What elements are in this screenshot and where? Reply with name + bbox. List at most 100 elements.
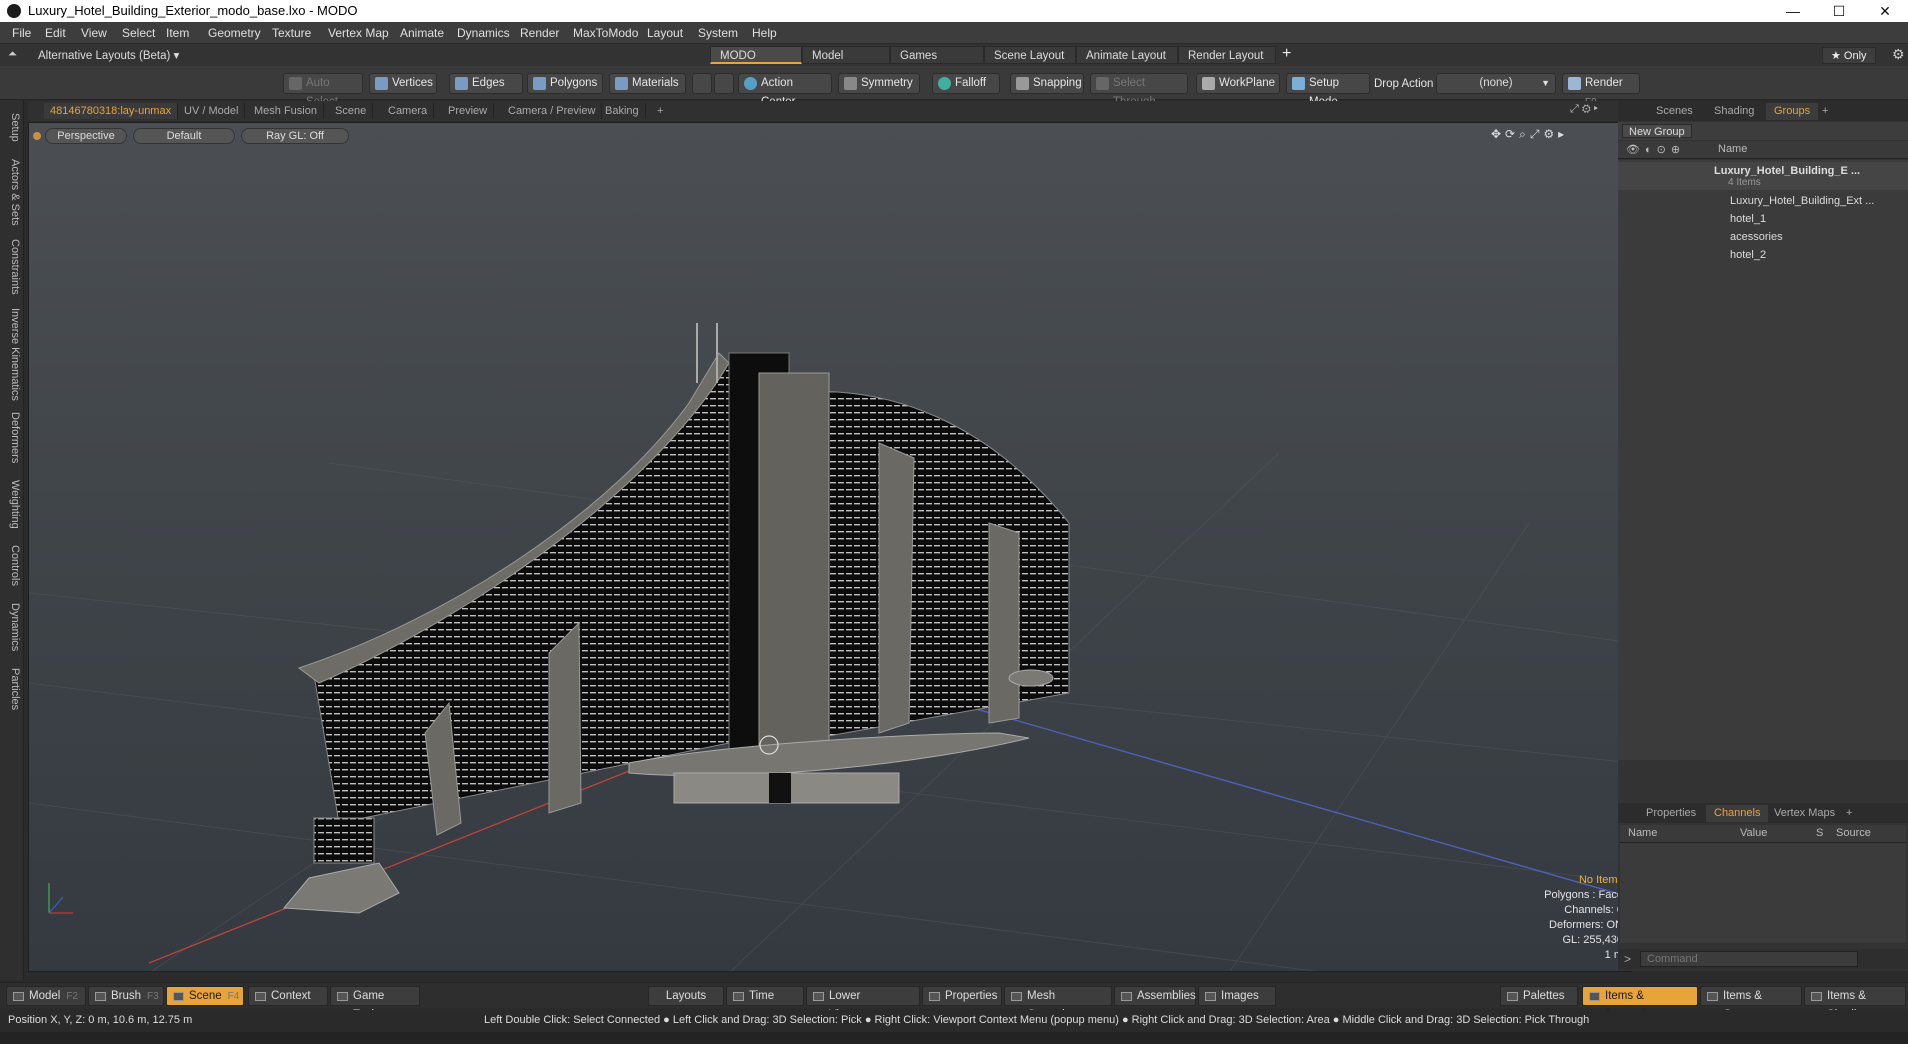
action-center-icon xyxy=(744,77,757,90)
group-item-row[interactable]: Luxury_Hotel_Building_Ext ... xyxy=(1618,192,1908,210)
setup-mode-icon xyxy=(1292,77,1305,90)
menu-help[interactable]: Help xyxy=(752,26,777,40)
tab-groups[interactable]: Groups xyxy=(1766,103,1819,120)
layouts-button[interactable]: Layouts xyxy=(648,986,724,1006)
group-item-row[interactable]: hotel_2 xyxy=(1618,246,1908,264)
component-mode-a-icon[interactable] xyxy=(692,73,712,94)
tab-mesh-fusion[interactable]: Mesh Fusion xyxy=(248,103,324,119)
alternative-layouts-dropdown[interactable]: Alternative Layouts (Beta) ▾ xyxy=(38,48,179,62)
minimize-icon[interactable]: — xyxy=(1770,0,1816,22)
brush-button[interactable]: Brush F3 xyxy=(88,986,164,1006)
tab-uv-model[interactable]: UV / Model xyxy=(178,103,246,119)
tab-particles[interactable]: Particles xyxy=(3,662,21,716)
symmetry-button[interactable]: Symmetry xyxy=(838,73,920,94)
group-item-row[interactable]: hotel_1 xyxy=(1618,210,1908,228)
lower-viewports-button[interactable]: Lower Viewports xyxy=(806,986,920,1021)
tab-modo-layout[interactable]: MODO Layout xyxy=(710,46,802,80)
drop-action-select[interactable]: (none) ▼ xyxy=(1436,73,1556,94)
properties-button[interactable]: Properties xyxy=(922,986,1002,1006)
viewport-options-icon[interactable]: ⤢ ⚙ ▸ xyxy=(1570,103,1598,116)
maximize-icon[interactable]: ☐ xyxy=(1816,0,1862,22)
mesh-operations-button[interactable]: Mesh Operations xyxy=(1004,986,1112,1021)
workplane-button[interactable]: WorkPlane xyxy=(1196,73,1280,94)
model-button[interactable]: Model F2 xyxy=(6,986,86,1006)
tab-deformers[interactable]: Deformers xyxy=(3,410,21,466)
items-shading-button[interactable]: Items & Shading xyxy=(1804,986,1906,1021)
select-through-button[interactable]: Select Through xyxy=(1090,73,1188,108)
tab-preview[interactable]: Preview xyxy=(442,103,495,119)
tab-animate-layout[interactable]: Animate Layout xyxy=(1076,46,1178,64)
action-center-button[interactable]: Action Center xyxy=(738,73,832,108)
edges-button[interactable]: Edges xyxy=(449,73,523,94)
menu-file[interactable]: File xyxy=(12,26,31,40)
menu-maxtomodo[interactable]: MaxToModo xyxy=(573,26,638,40)
assemblies-button[interactable]: Assemblies xyxy=(1114,986,1196,1006)
menu-geometry[interactable]: Geometry xyxy=(208,26,261,40)
add-viewport-tab-button[interactable]: + xyxy=(651,103,669,119)
add-tab-button[interactable]: + xyxy=(1814,103,1836,120)
auto-select-button[interactable]: Auto Select xyxy=(283,73,363,108)
tab-model-layout[interactable]: Model Layout xyxy=(802,46,890,80)
menu-animate[interactable]: Animate xyxy=(400,26,444,40)
tab-games-layout[interactable]: Games Layout xyxy=(890,46,984,80)
new-group-button[interactable]: New Group xyxy=(1622,124,1692,138)
game-tools-button[interactable]: Game Tools xyxy=(330,986,420,1021)
tab-weighting[interactable]: Weighting xyxy=(3,476,21,532)
add-tab-button[interactable]: + xyxy=(1838,805,1860,822)
3d-viewport[interactable]: Perspective Default Ray GL: Off ✥⟳⌕⤢⚙▸ N… xyxy=(28,122,1632,972)
only-button[interactable]: ★ Only xyxy=(1822,47,1876,64)
menu-item[interactable]: Item xyxy=(166,26,189,40)
setup-mode-button[interactable]: Setup Mode xyxy=(1286,73,1370,108)
polygons-button[interactable]: Polygons xyxy=(527,73,603,94)
tab-lay-unmax[interactable]: 48146780318:lay-unmax xyxy=(44,103,179,119)
layout-up-icon[interactable]: ⏶ xyxy=(8,48,17,61)
tab-controls[interactable]: Controls xyxy=(3,540,21,590)
menu-texture[interactable]: Texture xyxy=(272,26,311,40)
tab-vertex-maps[interactable]: Vertex Maps xyxy=(1766,805,1843,822)
items-properties-button[interactable]: Items & Properties xyxy=(1582,986,1698,1021)
tab-properties[interactable]: Properties xyxy=(1638,805,1704,822)
materials-button[interactable]: Materials xyxy=(609,73,686,94)
close-icon[interactable]: ✕ xyxy=(1862,0,1908,22)
items-groups-button[interactable]: Items & Groups xyxy=(1700,986,1802,1021)
menu-dynamics[interactable]: Dynamics xyxy=(457,26,510,40)
vertices-button[interactable]: Vertices xyxy=(369,73,437,94)
palettes-button[interactable]: Palettes xyxy=(1500,986,1578,1006)
gear-icon[interactable]: ⚙ xyxy=(1892,46,1905,63)
group-root-row[interactable]: Luxury_Hotel_Building_E ... 4 Items xyxy=(1618,162,1908,190)
tab-scene[interactable]: Scene xyxy=(329,103,374,119)
tab-dynamics[interactable]: Dynamics xyxy=(3,598,21,656)
menu-render[interactable]: Render xyxy=(520,26,559,40)
group-item-row[interactable]: acessories xyxy=(1618,228,1908,246)
render-button[interactable]: Render F9 xyxy=(1562,73,1640,108)
menu-edit[interactable]: Edit xyxy=(45,26,66,40)
tab-camera-preview[interactable]: Camera / Preview xyxy=(502,103,603,119)
add-layout-button[interactable]: + xyxy=(1282,45,1291,63)
window-title: Luxury_Hotel_Building_Exterior_modo_base… xyxy=(28,3,358,18)
tab-actors-sets[interactable]: Actors & Sets xyxy=(3,156,21,228)
tab-channels[interactable]: Channels xyxy=(1706,805,1769,822)
tab-render-layout[interactable]: Render Layout xyxy=(1178,46,1276,64)
context-button[interactable]: Context xyxy=(248,986,328,1006)
snapping-button[interactable]: Snapping xyxy=(1010,73,1084,94)
images-button[interactable]: Images xyxy=(1198,986,1276,1006)
falloff-button[interactable]: Falloff xyxy=(932,73,1000,94)
time-button[interactable]: Time xyxy=(726,986,804,1006)
menu-view[interactable]: View xyxy=(81,26,107,40)
tab-inverse-kinematics[interactable]: Inverse Kinematics xyxy=(3,306,21,402)
menu-system[interactable]: System xyxy=(698,26,738,40)
component-mode-b-icon[interactable] xyxy=(714,73,734,94)
menu-select[interactable]: Select xyxy=(122,26,155,40)
menu-vertex-map[interactable]: Vertex Map xyxy=(328,26,389,40)
tab-camera[interactable]: Camera xyxy=(382,103,435,119)
tab-baking[interactable]: Baking xyxy=(599,103,646,119)
tab-shading[interactable]: Shading xyxy=(1706,103,1762,120)
tab-constraints[interactable]: Constraints xyxy=(3,236,21,298)
menu-layout[interactable]: Layout xyxy=(647,26,683,40)
scene-button[interactable]: Scene F4 xyxy=(166,986,244,1006)
context-icon xyxy=(255,992,266,1001)
tab-scenes[interactable]: Scenes xyxy=(1648,103,1701,120)
tab-setup[interactable]: Setup xyxy=(3,108,21,146)
command-input[interactable] xyxy=(1640,951,1858,967)
tab-scene-layout[interactable]: Scene Layout xyxy=(984,46,1076,64)
